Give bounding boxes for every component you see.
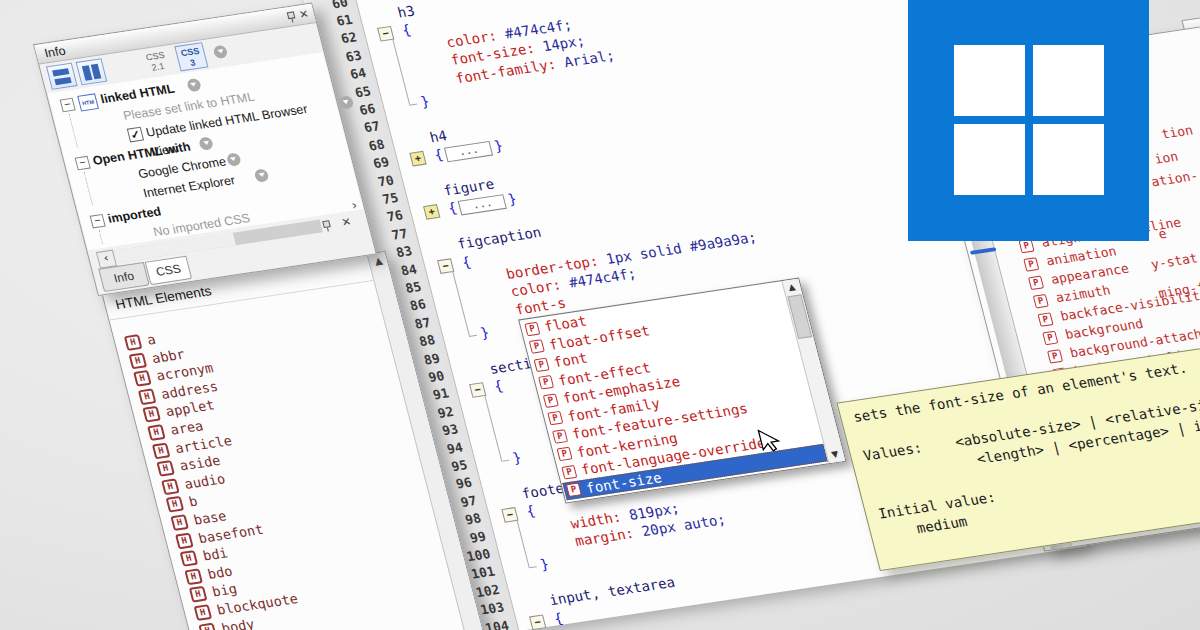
scroll-up-icon[interactable]: ▲ (782, 279, 801, 296)
checkbox[interactable]: ✓ (127, 127, 144, 143)
html-element-icon: H (124, 334, 143, 351)
property-icon: P (533, 357, 549, 372)
property-icon: P (547, 411, 563, 426)
close-icon[interactable]: ✕ (298, 8, 310, 21)
down-circle-icon[interactable] (212, 45, 228, 60)
windows-logo (908, 0, 1149, 241)
down-circle-icon[interactable] (198, 136, 214, 151)
collapse-icon[interactable]: − (60, 98, 76, 113)
property-icon: P (552, 429, 568, 444)
html-element-icon: H (166, 496, 185, 513)
property-icon: P (557, 447, 573, 462)
close-icon[interactable]: ✕ (340, 216, 352, 229)
info-panel-title: Info (43, 44, 67, 61)
html-element-icon: H (170, 514, 189, 531)
html-element-icon: H (189, 586, 208, 603)
property-icon: P (566, 482, 582, 497)
tab-css-3[interactable]: CSS3 (174, 42, 208, 71)
html-element-icon: H (194, 604, 213, 621)
rows-layout-button[interactable] (46, 63, 78, 90)
collapse-icon[interactable]: − (75, 156, 91, 171)
html-element-icon: H (161, 478, 180, 495)
html-element-icon: H (184, 568, 203, 585)
html-element-icon: H (198, 622, 217, 630)
html-element-icon: H (147, 424, 166, 441)
html-element-icon: H (129, 352, 148, 369)
html-element-icon: H (142, 406, 161, 423)
down-circle-icon[interactable] (254, 168, 270, 183)
fold-plus-icon[interactable]: + (423, 204, 440, 220)
property-icon: P (1028, 276, 1044, 291)
scroll-down-icon[interactable]: ▼ (826, 446, 845, 463)
html-element-icon: H (133, 370, 152, 387)
property-icon: P (1042, 331, 1058, 346)
property-icon: P (524, 321, 540, 336)
property-icon: P (561, 465, 577, 480)
html-element-icon: H (175, 532, 194, 549)
html-file-icon: HTM (77, 93, 99, 111)
columns-layout-button[interactable] (76, 58, 108, 85)
tab-css-2.1[interactable]: CSS2.1 (137, 47, 177, 77)
property-icon: P (538, 375, 554, 390)
property-icon: P (1023, 257, 1039, 272)
collapse-icon[interactable]: − (90, 214, 106, 229)
desktop: 6061h362−{63color: #474c4f;64font-size: … (0, 0, 1200, 630)
pin-icon[interactable] (320, 219, 333, 232)
html-element-icon: H (152, 442, 171, 459)
fold-plus-icon[interactable]: + (409, 151, 426, 167)
bottom-tab-css[interactable]: CSS (145, 256, 193, 285)
property-icon: P (1038, 312, 1054, 327)
html-element-icon: H (138, 388, 157, 405)
html-element-icon: H (180, 550, 199, 567)
property-icon: P (1047, 349, 1063, 364)
down-circle-icon[interactable] (225, 152, 241, 167)
property-icon: P (543, 393, 559, 408)
pin-icon[interactable] (284, 10, 297, 23)
down-circle-icon[interactable] (186, 78, 202, 93)
property-icon: P (529, 339, 545, 354)
fold-minus-icon[interactable]: − (529, 614, 546, 630)
html-element-icon: H (156, 460, 175, 477)
property-icon: P (1033, 294, 1049, 309)
